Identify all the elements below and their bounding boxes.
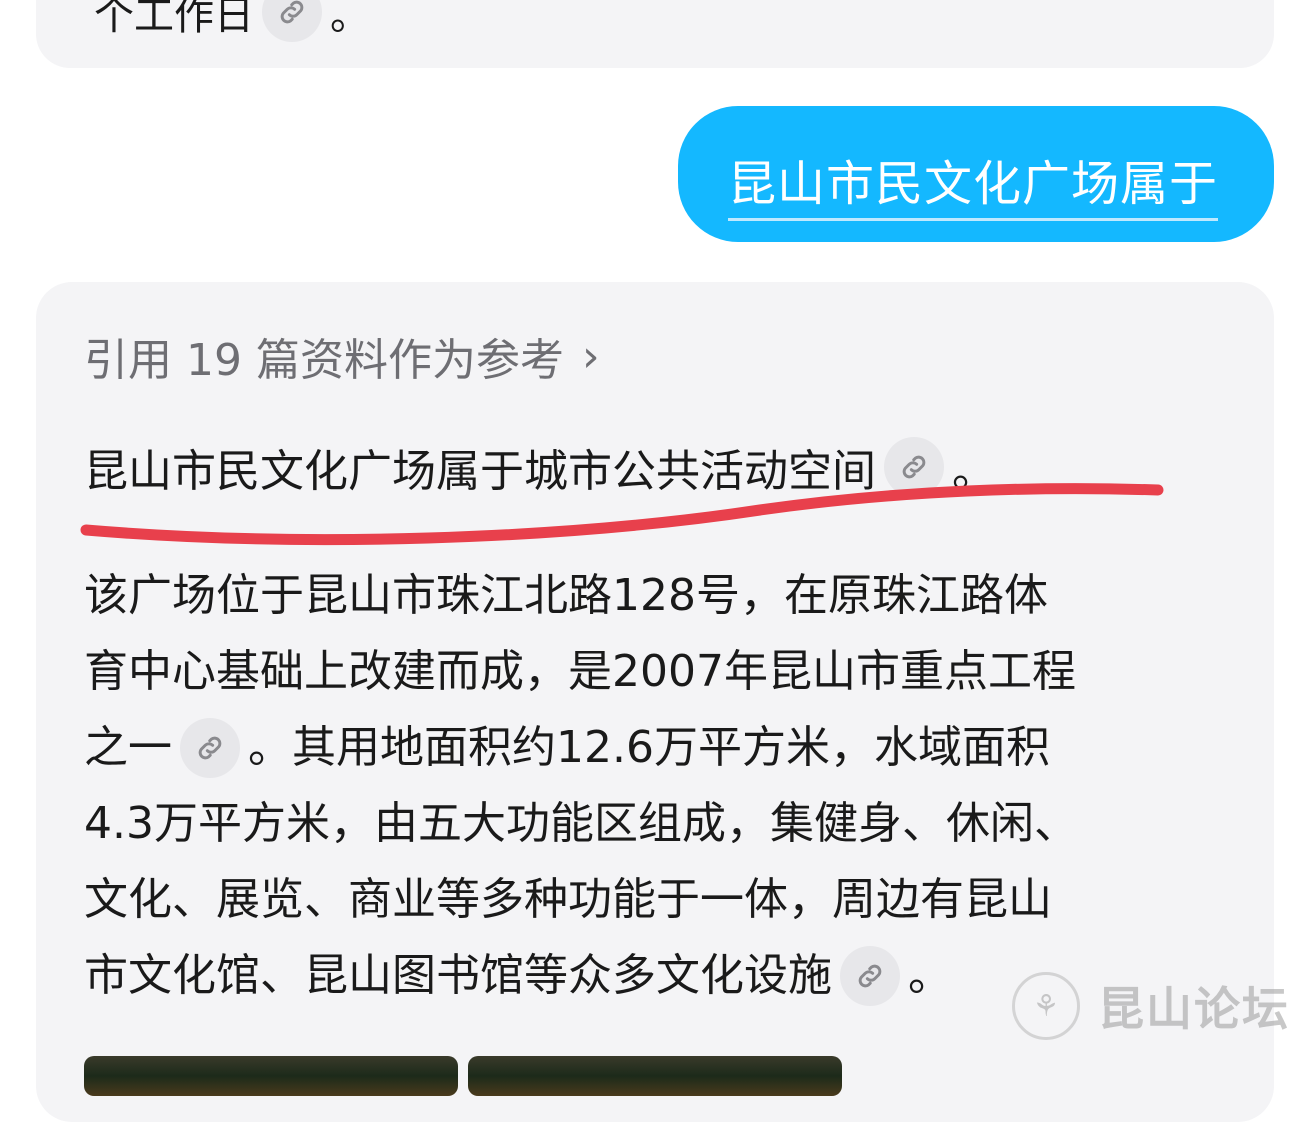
link-icon xyxy=(198,736,222,760)
previous-answer-punct: 。 xyxy=(330,0,370,39)
citation-link-icon[interactable] xyxy=(884,437,944,497)
forum-watermark: ⚘ 昆山论坛 xyxy=(1012,972,1290,1040)
headline-text: 昆山市民文化广场属于城市公共活动空间 xyxy=(84,446,876,497)
watermark-text: 昆山论坛 xyxy=(1098,982,1290,1036)
user-query-bubble[interactable]: 昆山市民文化广场属于 xyxy=(678,106,1274,242)
paragraph-line: 育中心基础上改建而成，是2007年昆山市重点工程 xyxy=(84,646,1076,697)
image-thumbnail[interactable] xyxy=(84,1056,458,1096)
user-query-text[interactable]: 昆山市民文化广场属于 xyxy=(728,144,1219,221)
chevron-right-icon: › xyxy=(581,330,600,382)
paragraph-line: 该广场位于昆山市珠江北路128号，在原珠江路体 xyxy=(84,570,1048,621)
previous-answer-text: 个工作日 xyxy=(94,0,254,39)
paragraph-line: 文化、展览、商业等多种功能于一体，周边有昆山 xyxy=(84,874,1052,925)
answer-paragraph: 该广场位于昆山市珠江北路128号，在原珠江路体 育中心基础上改建而成，是2007… xyxy=(84,558,1234,1014)
references-label: 引用 19 篇资料作为参考 xyxy=(84,335,564,386)
link-icon xyxy=(280,0,304,24)
citation-link-icon[interactable] xyxy=(262,0,322,42)
forum-seal-icon: ⚘ xyxy=(1012,972,1080,1040)
previous-answer-card: 个工作日 。 xyxy=(36,0,1274,68)
citation-link-icon[interactable] xyxy=(180,718,240,778)
link-icon xyxy=(902,455,926,479)
references-link[interactable]: 引用 19 篇资料作为参考 › xyxy=(84,324,600,388)
citation-link-icon[interactable] xyxy=(840,946,900,1006)
link-icon xyxy=(858,964,882,988)
image-thumbnail[interactable] xyxy=(468,1056,842,1096)
answer-headline: 昆山市民文化广场属于城市公共活动空间 。 xyxy=(84,432,996,502)
paragraph-line: 之一 。其用地面积约12.6万平方米，水域面积 xyxy=(84,710,1234,786)
paragraph-line: 4.3万平方米，由五大功能区组成，集健身、休闲、 xyxy=(84,798,1078,849)
headline-punct: 。 xyxy=(952,446,996,497)
